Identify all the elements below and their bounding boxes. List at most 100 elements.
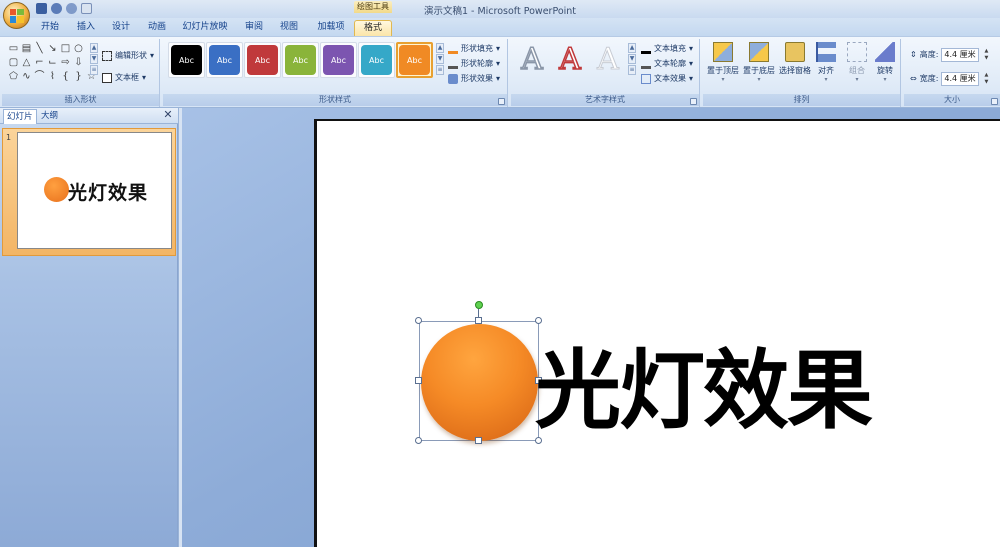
resize-handle-top-right[interactable] <box>535 317 542 324</box>
slide-editing-area: 光灯效果 <box>182 108 1000 547</box>
slide-title-text[interactable]: 光灯效果 <box>535 343 873 439</box>
resize-handle-bottom[interactable] <box>475 437 482 444</box>
tab-format[interactable]: 格式 <box>354 20 392 36</box>
slides-panel: 幻灯片 大纲 ✕ 1 光灯效果 <box>0 108 178 547</box>
rotate-button[interactable]: 旋转 ▾ <box>871 42 899 83</box>
arc-shape-icon[interactable]: ⌒ <box>34 71 45 83</box>
rotation-handle[interactable] <box>475 301 483 309</box>
tab-home[interactable]: 开始 <box>38 20 62 36</box>
gallery-down-icon[interactable]: ▼ <box>436 54 444 64</box>
curve-shape-icon[interactable]: ∿ <box>21 71 32 83</box>
width-spinner[interactable]: ▲ ▼ <box>982 72 990 86</box>
text-effects-icon <box>641 73 651 84</box>
shape-style-green[interactable]: Abc <box>285 45 316 75</box>
resize-handle-top-left[interactable] <box>415 317 422 324</box>
gallery-more-icon[interactable]: ≡ <box>90 65 98 75</box>
rounded-rectangle-shape-icon[interactable]: ▢ <box>8 57 19 69</box>
shape-style-black[interactable]: Abc <box>171 45 202 75</box>
freeform-shape-icon[interactable]: ⌇ <box>47 71 58 83</box>
gallery-up-icon[interactable]: ▲ <box>628 43 636 53</box>
width-input[interactable]: 4.4 厘米 <box>941 71 980 86</box>
wordart-style-outline-gray[interactable]: A <box>515 42 549 79</box>
shape-fill-label: 形状填充 <box>461 44 493 53</box>
edit-shape-button[interactable]: 编辑形状 ▾ <box>102 49 154 62</box>
office-button[interactable] <box>3 2 30 29</box>
close-icon[interactable]: ✕ <box>162 109 174 121</box>
tab-slideshow[interactable]: 幻灯片放映 <box>181 20 229 36</box>
rectangle-shape-icon[interactable]: □ <box>60 43 71 55</box>
text-effects-button[interactable]: 文本效果 ▾ <box>641 72 693 85</box>
bring-to-front-button[interactable]: 置于顶层 ▾ <box>705 42 741 83</box>
right-brace-shape-icon[interactable]: } <box>73 71 84 83</box>
slide-canvas[interactable]: 光灯效果 <box>314 119 1000 547</box>
gallery-more-icon[interactable]: ≡ <box>436 65 444 75</box>
tab-insert[interactable]: 插入 <box>74 20 98 36</box>
chevron-down-icon: ▾ <box>689 44 694 53</box>
left-brace-shape-icon[interactable]: { <box>60 71 71 83</box>
tab-view[interactable]: 视图 <box>277 20 301 36</box>
arrow-line-shape-icon[interactable]: ↘ <box>47 43 58 55</box>
edit-shape-icon <box>102 50 112 61</box>
text-outline-button[interactable]: 文本轮廓 ▾ <box>641 57 693 70</box>
right-arrow-shape-icon[interactable]: ⇨ <box>60 57 71 69</box>
tab-design[interactable]: 设计 <box>109 20 133 36</box>
height-icon: ⇕ <box>910 50 917 59</box>
width-label: 宽度: <box>919 74 939 83</box>
tab-animations[interactable]: 动画 <box>145 20 169 36</box>
chevron-down-icon: ▾ <box>142 73 147 82</box>
resize-handle-bottom-left[interactable] <box>415 437 422 444</box>
elbow-connector-shape-icon[interactable]: ⌐ <box>34 57 45 69</box>
resize-handle-top[interactable] <box>475 317 482 324</box>
size-label: 大小 <box>904 94 1000 106</box>
dialog-launcher-icon[interactable] <box>991 98 998 105</box>
height-input[interactable]: 4.4 厘米 <box>941 47 980 62</box>
size-group: ⇕ 高度: 4.4 厘米 ▲ ▼ ⇔ 宽度: 4.4 厘米 ▲ ▼ 大小 <box>904 39 1000 107</box>
resize-handle-left[interactable] <box>415 377 422 384</box>
dialog-launcher-icon[interactable] <box>690 98 697 105</box>
wordart-style-outline-light[interactable]: A <box>591 42 625 79</box>
shape-style-aqua[interactable]: Abc <box>361 45 392 75</box>
shape-style-red[interactable]: Abc <box>247 45 278 75</box>
shape-effects-button[interactable]: 形状效果 ▾ <box>448 72 500 85</box>
textbox-shape-icon[interactable]: ▭ <box>8 43 19 55</box>
shape-fill-button[interactable]: 形状填充 ▾ <box>448 42 500 55</box>
gallery-more-icon[interactable]: ≡ <box>628 65 636 75</box>
wordart-style-outline-red[interactable]: A <box>553 42 587 79</box>
tab-review[interactable]: 审阅 <box>242 20 266 36</box>
shape-outline-button[interactable]: 形状轮廓 ▾ <box>448 57 500 70</box>
shape-styles-group: Abc Abc Abc Abc Abc Abc Abc ▲ ▼ ≡ 形状填充 ▾… <box>163 39 508 107</box>
dialog-launcher-icon[interactable] <box>498 98 505 105</box>
elbow-arrow-shape-icon[interactable]: ⌙ <box>47 57 58 69</box>
triangle-shape-icon[interactable]: △ <box>21 57 32 69</box>
height-spinner[interactable]: ▲ ▼ <box>982 48 990 62</box>
slide-thumbnail-item[interactable]: 1 光灯效果 <box>2 128 176 256</box>
vertical-textbox-shape-icon[interactable]: ▤ <box>21 43 32 55</box>
gallery-up-icon[interactable]: ▲ <box>436 43 444 53</box>
gallery-down-icon[interactable]: ▼ <box>628 54 636 64</box>
shapes-gallery[interactable]: ▭ ▤ ╲ ↘ □ ○ ▢ △ ⌐ ⌙ ⇨ ⇩ ⬠ ∿ ⌒ ⌇ { } ☆ <box>8 43 97 83</box>
group-button[interactable]: 组合 ▾ <box>842 42 872 83</box>
orange-circle-shape[interactable] <box>421 324 538 441</box>
chevron-down-icon: ▾ <box>689 74 694 83</box>
slide-thumbnail[interactable]: 光灯效果 <box>17 132 172 249</box>
shape-style-orange[interactable]: Abc <box>399 45 430 75</box>
text-effects-label: 文本效果 <box>654 74 686 83</box>
tab-slides[interactable]: 幻灯片 <box>3 109 37 124</box>
send-to-back-button[interactable]: 置于底层 ▾ <box>741 42 777 83</box>
text-fill-button[interactable]: 文本填充 ▾ <box>641 42 693 55</box>
text-box-button[interactable]: 文本框 ▾ <box>102 71 146 84</box>
pentagon-shape-icon[interactable]: ⬠ <box>8 71 19 83</box>
oval-shape-icon[interactable]: ○ <box>73 43 84 55</box>
tab-addins[interactable]: 加载项 <box>313 20 349 36</box>
gallery-down-icon[interactable]: ▼ <box>90 54 98 64</box>
height-label: 高度: <box>919 50 939 59</box>
shape-style-purple[interactable]: Abc <box>323 45 354 75</box>
gallery-up-icon[interactable]: ▲ <box>90 43 98 53</box>
line-shape-icon[interactable]: ╲ <box>34 43 45 55</box>
tab-outline[interactable]: 大纲 <box>38 109 61 124</box>
chevron-down-icon: ▾ <box>824 76 828 83</box>
shape-style-blue[interactable]: Abc <box>209 45 240 75</box>
down-arrow-shape-icon[interactable]: ⇩ <box>73 57 84 69</box>
selection-pane-button[interactable]: 选择窗格 <box>777 42 813 76</box>
align-button[interactable]: 对齐 ▾ <box>811 42 841 83</box>
